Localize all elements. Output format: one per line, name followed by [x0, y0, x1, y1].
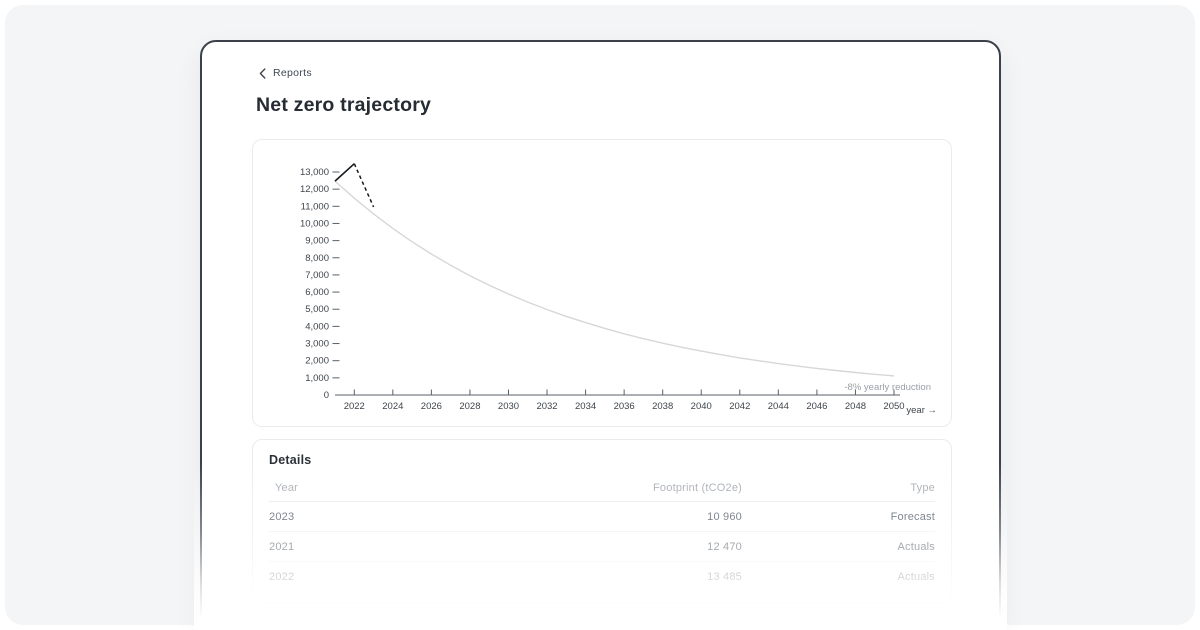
trajectory-chart-card: 0 1,000 2,000 3,000 4,000 5,000 6,000 7,000 8,00…: [252, 139, 952, 427]
y-tick-label: 1,000: [305, 373, 329, 384]
y-tick-label: 6,000: [305, 287, 329, 298]
chevron-left-icon: [259, 68, 266, 79]
x-tick-label: 2034: [575, 401, 596, 412]
x-tick-label: 2042: [729, 401, 750, 412]
y-tick-label: 0: [324, 390, 329, 401]
table-row: 2021 12 470 Actuals: [269, 532, 935, 562]
window-content: Reports Net zero trajectory 0 1,000 2,000 3…: [202, 42, 999, 603]
net-zero-trajectory-chart: 0 1,000 2,000 3,000 4,000 5,000 6,000 7,000 8,00…: [253, 140, 951, 426]
x-tick-label: 2048: [845, 401, 866, 412]
y-tick-label: 10,000: [300, 218, 329, 229]
table-row: 2022 13 485 Actuals: [269, 562, 935, 592]
y-tick-label: 5,000: [305, 304, 329, 315]
cell-year: 2023: [269, 511, 359, 523]
cell-type: Forecast: [742, 511, 935, 523]
column-header-year: Year: [269, 482, 359, 494]
reduction-annotation: -8% yearly reduction: [844, 382, 931, 393]
series--8-yearly-reduction-trajectory: [335, 181, 894, 376]
y-tick-label: 2,000: [305, 356, 329, 367]
x-tick-label: 2028: [459, 401, 480, 412]
x-tick-label: 2050: [883, 401, 904, 412]
y-tick-label: 3,000: [305, 339, 329, 350]
cell-footprint: 10 960: [359, 511, 742, 523]
table-row: 2023 10 960 Forecast: [269, 502, 935, 532]
table-header-row: Year Footprint (tCO2e) Type: [269, 475, 935, 502]
x-tick-label: 2030: [498, 401, 519, 412]
y-tick-label: 11,000: [301, 201, 329, 212]
details-table: Year Footprint (tCO2e) Type 2023 10 960 …: [269, 475, 935, 592]
cell-year: 2022: [269, 571, 359, 583]
details-title: Details: [269, 453, 935, 467]
cell-year: 2021: [269, 541, 359, 553]
column-header-footprint: Footprint (tCO2e): [359, 482, 742, 494]
x-tick-label: 2040: [691, 401, 712, 412]
breadcrumb-back-link[interactable]: Reports: [259, 67, 312, 79]
cell-type: Actuals: [742, 541, 935, 553]
page: Reports Net zero trajectory 0 1,000 2,000 3…: [0, 0, 1200, 630]
details-card: Details Year Footprint (tCO2e) Type 2023…: [252, 439, 952, 603]
y-tick-label: 7,000: [305, 270, 329, 281]
x-tick-label: 2046: [806, 401, 827, 412]
app-window: Reports Net zero trajectory 0 1,000 2,000 3…: [200, 40, 1001, 630]
y-tick-label: 13,000: [300, 167, 329, 178]
cell-footprint: 12 470: [359, 541, 742, 553]
y-tick-label: 8,000: [305, 253, 329, 264]
cell-footprint: 13 485: [359, 571, 742, 583]
y-tick-label: 9,000: [305, 236, 329, 247]
y-tick-label: 4,000: [305, 321, 329, 332]
x-tick-label: 2044: [768, 401, 789, 412]
cell-type: Actuals: [742, 571, 935, 583]
x-tick-label: 2038: [652, 401, 673, 412]
breadcrumb-label: Reports: [273, 67, 312, 79]
column-header-type: Type: [742, 482, 935, 494]
x-axis-caption: year →: [906, 405, 937, 416]
x-tick-label: 2024: [382, 401, 403, 412]
x-tick-label: 2036: [614, 401, 635, 412]
x-tick-label: 2032: [536, 401, 557, 412]
y-tick-label: 12,000: [300, 184, 329, 195]
x-tick-label: 2026: [421, 401, 442, 412]
x-tick-label: 2022: [344, 401, 365, 412]
page-title: Net zero trajectory: [256, 94, 953, 117]
